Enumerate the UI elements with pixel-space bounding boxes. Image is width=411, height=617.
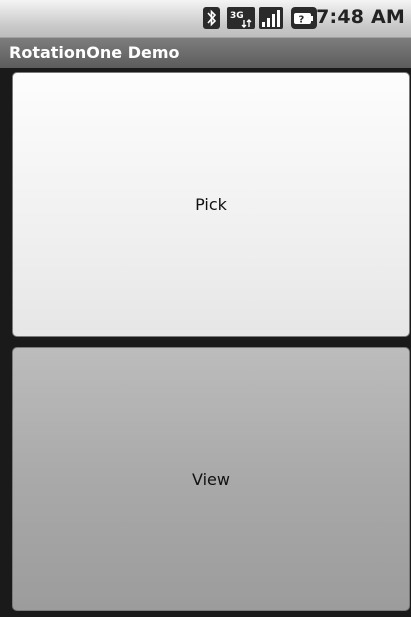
svg-text:3G: 3G (230, 11, 244, 21)
bluetooth-icon (203, 7, 220, 29)
pick-button-label: Pick (195, 195, 227, 214)
app-title: RotationOne Demo (9, 43, 180, 62)
battery-unknown-icon: ? (291, 7, 317, 29)
status-time: 7:48 AM (316, 6, 405, 28)
status-bar: 3G ? 7:48 AM (0, 0, 411, 38)
content-area: Pick View (0, 68, 411, 617)
3g-icon: 3G (227, 7, 255, 29)
svg-text:?: ? (299, 15, 305, 26)
view-button-label: View (192, 469, 230, 489)
signal-icon (259, 7, 283, 29)
title-bar: RotationOne Demo (0, 38, 411, 68)
pick-button[interactable]: Pick (12, 72, 410, 337)
view-button[interactable]: View (12, 347, 410, 611)
